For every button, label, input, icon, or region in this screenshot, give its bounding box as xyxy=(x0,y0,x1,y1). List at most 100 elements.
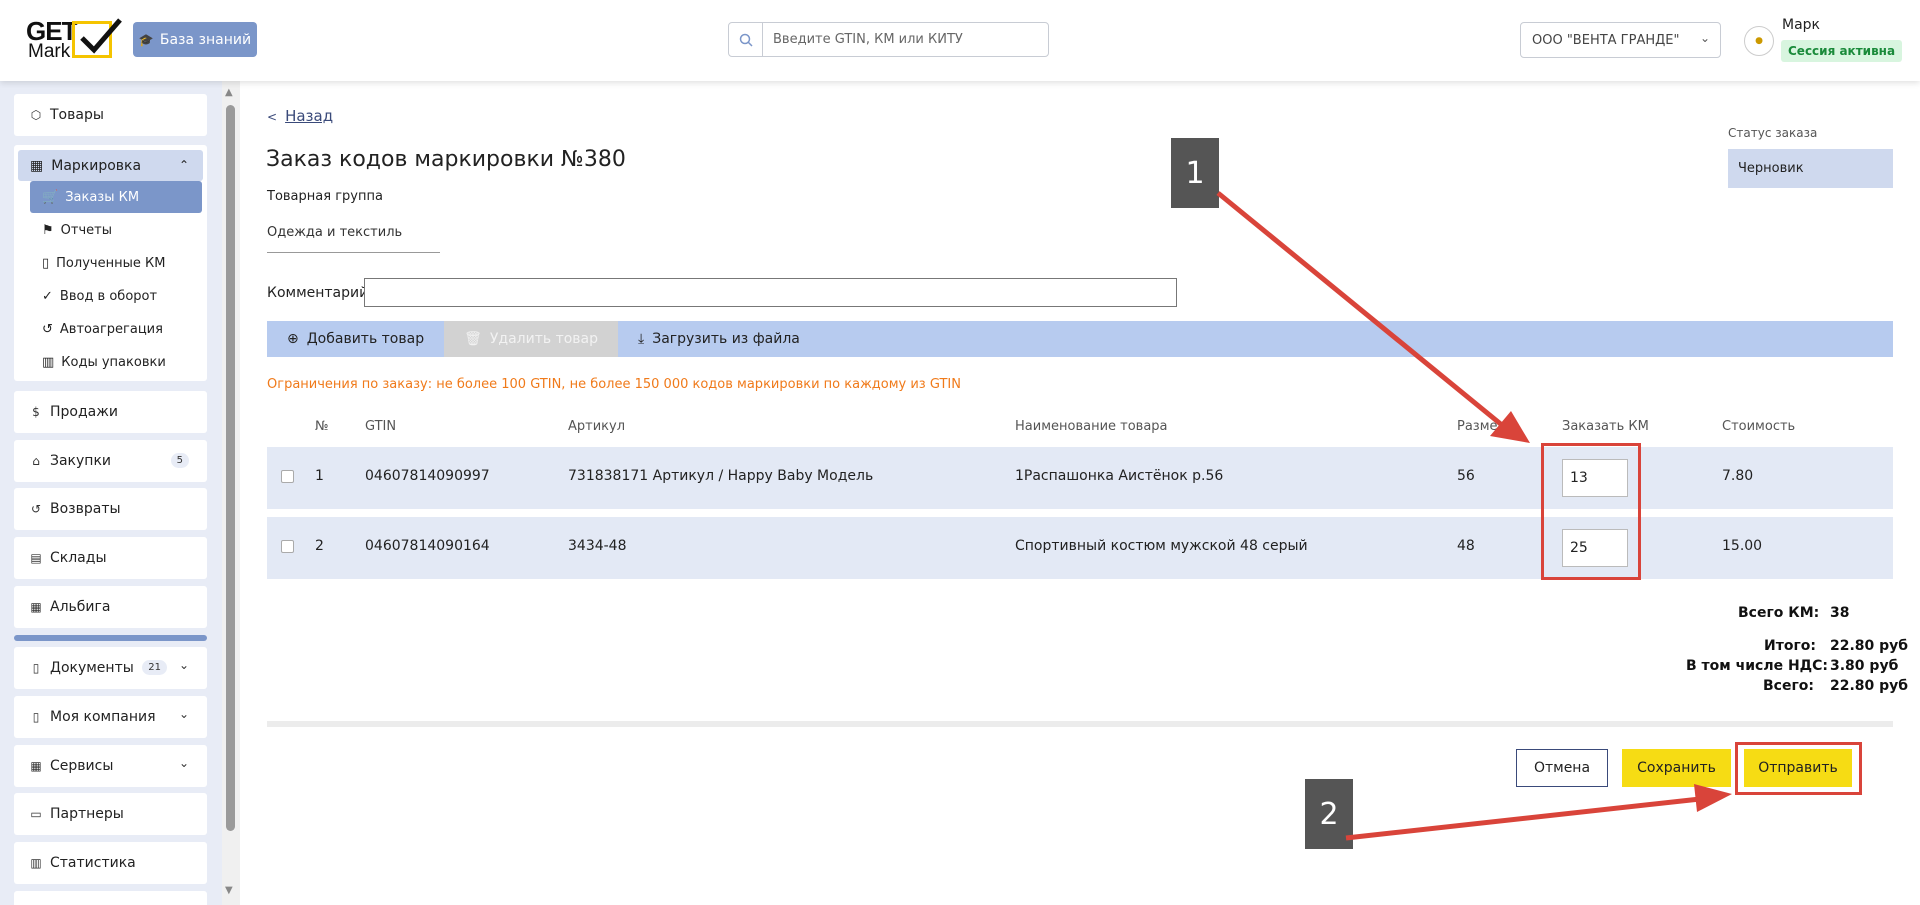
cell-number: 1 xyxy=(315,468,324,484)
cancel-button[interactable]: Отмена xyxy=(1516,749,1608,787)
sidebar-item-warehouses[interactable]: ▤ Склады xyxy=(14,537,207,579)
product-group-field[interactable]: Одежда и текстиль xyxy=(267,225,440,253)
grid-icon: ▦ xyxy=(30,157,44,174)
delete-product-button[interactable]: 🗑 Удалить товар xyxy=(444,321,619,357)
sidebar-item-services[interactable]: ▦ Сервисы ⌄ xyxy=(14,745,207,787)
sidebar-item-documents[interactable]: ▯ Документы 21 ⌄ xyxy=(14,647,207,689)
send-highlight-box xyxy=(1735,742,1862,795)
cell-article: 731838171 Артикул / Happy Baby Модель xyxy=(568,468,874,484)
sidebar-item-stats[interactable]: ▥ Статистика xyxy=(14,842,207,884)
cell-cost: 15.00 xyxy=(1722,538,1763,554)
user-name: Марк xyxy=(1782,17,1821,33)
sidebar-item-more[interactable] xyxy=(14,891,207,905)
sidebar-subitem-package-codes[interactable]: ▥ Коды упаковки xyxy=(30,346,202,378)
sidebar-item-albiga[interactable]: ▦ Альбига xyxy=(14,586,207,628)
cart-icon: 🛒 xyxy=(42,189,59,205)
chevron-down-icon: ⌄ xyxy=(1699,31,1710,45)
sidebar-subitem-label: Автоагрегация xyxy=(59,321,163,337)
logo-text-bottom: Mark xyxy=(28,41,71,62)
add-product-label: Добавить товар xyxy=(306,331,425,347)
download-icon: ⤓ xyxy=(638,331,645,347)
table-header: № GTIN Артикул Наименование товара Разме… xyxy=(267,419,1893,439)
sidebar-scrollbar[interactable]: ▲ ▼ xyxy=(222,81,240,905)
sidebar-item-label: Маркировка xyxy=(51,157,142,174)
arrow-2-line xyxy=(1345,796,1701,841)
sidebar-item-sales[interactable]: $ Продажи xyxy=(14,391,207,433)
document-icon: ▯ xyxy=(42,255,50,271)
search-input[interactable] xyxy=(763,23,1048,56)
flag-icon: ⚑ xyxy=(42,222,54,238)
warehouse-icon: ▤ xyxy=(30,551,42,565)
comment-input[interactable] xyxy=(364,278,1177,307)
plus-circle-icon: ⊕ xyxy=(287,331,299,347)
document-icon: ▯ xyxy=(32,661,40,675)
organization-select[interactable]: ООО "ВЕНТА ГРАНДЕ" ⌄ xyxy=(1520,22,1721,58)
scrollbar-thumb[interactable] xyxy=(226,105,235,831)
total-km-label: Всего КМ: xyxy=(1738,605,1820,621)
sidebar-item-label: Альбига xyxy=(50,599,111,615)
cell-number: 2 xyxy=(315,538,324,554)
order-limits-notice: Ограничения по заказу: не более 100 GTIN… xyxy=(267,377,961,392)
sidebar-subitem-label: Заказы КМ xyxy=(65,189,140,205)
count-badge: 21 xyxy=(142,660,167,675)
back-link[interactable]: < Назад xyxy=(267,107,333,125)
sidebar-subitem-label: Ввод в оборот xyxy=(59,288,158,304)
sidebar-item-label: Возвраты xyxy=(50,501,121,517)
sidebar-item-returns[interactable]: ↺ Возвраты xyxy=(14,488,207,530)
scroll-up-icon[interactable]: ▲ xyxy=(225,87,233,98)
sidebar-subitem-circulation[interactable]: ✓ Ввод в оборот xyxy=(30,280,202,312)
sidebar: ⬡ Товары ▦ Маркировка ⌃ 🛒 Заказы КМ ⚑ Отче… xyxy=(0,81,222,905)
delete-product-label: Удалить товар xyxy=(489,331,599,347)
sidebar-subitem-label: Полученные КМ xyxy=(56,255,166,271)
sidebar-subitem-reports[interactable]: ⚑ Отчеты xyxy=(30,214,202,246)
sidebar-item-label: Склады xyxy=(50,550,107,566)
logo[interactable]: GET Mark xyxy=(26,18,122,62)
upload-file-button[interactable]: ⤓ Загрузить из файла xyxy=(618,321,820,357)
cell-cost: 7.80 xyxy=(1722,468,1754,484)
cell-name: Спортивный костюм мужской 48 серый xyxy=(1015,538,1308,554)
upload-file-label: Загрузить из файла xyxy=(652,331,800,347)
sidebar-item-purchases[interactable]: ⌂ Закупки 5 xyxy=(14,440,207,482)
column-header-name: Наименование товара xyxy=(1015,419,1168,434)
total-sum-value: 22.80 руб xyxy=(1830,638,1909,654)
trash-icon: 🗑 xyxy=(464,331,482,347)
sidebar-subitem-orders[interactable]: 🛒 Заказы КМ xyxy=(30,181,202,213)
sidebar-item-label: Документы xyxy=(50,660,134,676)
cell-article: 3434-48 xyxy=(568,538,627,554)
sidebar-item-partners[interactable]: ▭ Партнеры xyxy=(14,793,207,835)
sidebar-item-label: Статистика xyxy=(50,855,136,871)
save-button[interactable]: Сохранить xyxy=(1622,749,1731,787)
barcode-icon: ▥ xyxy=(42,354,55,370)
search-icon[interactable] xyxy=(729,23,763,56)
comment-label: Комментарий: xyxy=(267,285,373,301)
column-header-article: Артикул xyxy=(568,419,626,434)
vat-value: 3.80 руб xyxy=(1830,658,1899,674)
add-product-button[interactable]: ⊕ Добавить товар xyxy=(267,321,444,357)
sidebar-subitem-autoaggregation[interactable]: ↺ Автоагрегация xyxy=(30,313,202,345)
scroll-down-icon[interactable]: ▼ xyxy=(225,885,233,896)
sidebar-item-my-company[interactable]: ▯ Моя компания ⌄ xyxy=(14,696,207,738)
row-checkbox[interactable] xyxy=(281,470,294,483)
vat-label: В том числе НДС: xyxy=(1686,658,1828,674)
total-km-value: 38 xyxy=(1830,605,1850,621)
session-status-badge: Сессия активна xyxy=(1781,40,1903,62)
sidebar-item-goods[interactable]: ⬡ Товары xyxy=(14,94,207,136)
column-header-number: № xyxy=(315,419,329,434)
sidebar-item-marking[interactable]: ▦ Маркировка ⌃ xyxy=(18,150,203,181)
grand-total-label: Всего: xyxy=(1763,678,1814,694)
box-icon: ⬡ xyxy=(30,108,42,122)
building-icon: ▯ xyxy=(32,710,40,724)
dollar-icon: $ xyxy=(32,405,40,419)
search-box xyxy=(728,22,1049,57)
sidebar-subitem-received[interactable]: ▯ Полученные КМ xyxy=(30,247,202,279)
arrow-2-head xyxy=(1694,784,1732,812)
sidebar-divider xyxy=(14,635,207,641)
table-toolbar: ⊕ Добавить товар 🗑 Удалить товар ⤓ Загру… xyxy=(267,321,1893,357)
avatar[interactable]: ● xyxy=(1744,26,1774,56)
row-checkbox[interactable] xyxy=(281,540,294,553)
knowledge-base-button[interactable]: 🎓 База знаний xyxy=(133,22,257,57)
cell-size: 48 xyxy=(1457,538,1475,554)
chevron-down-icon: ⌄ xyxy=(178,658,189,672)
grand-total-value: 22.80 руб xyxy=(1830,678,1909,694)
sidebar-item-label: Моя компания xyxy=(50,709,156,725)
